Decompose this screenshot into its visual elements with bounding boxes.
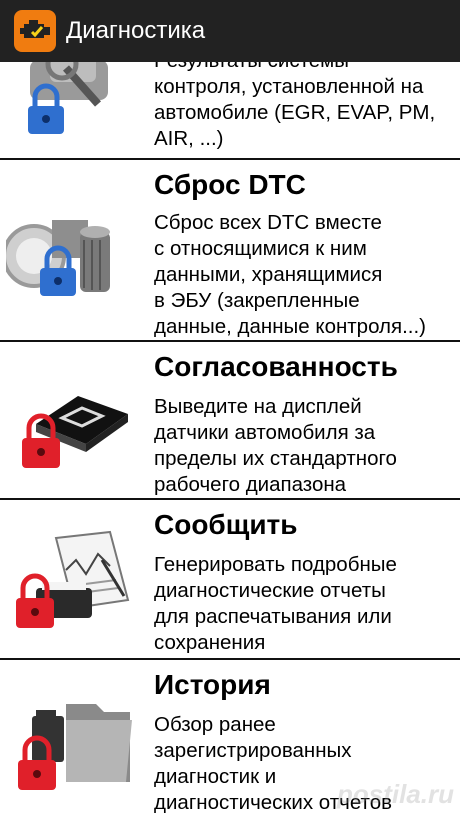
list-item-history[interactable]: История Обзор ранее зарегистрированных д… [0,660,460,818]
item-description: Сброс всех DTC вместе с относящимися к н… [154,211,427,338]
engine-check-icon[interactable] [14,10,56,52]
item-title: История [154,669,271,700]
list-item-report[interactable]: Сообщить Генерировать подробные диагност… [0,500,460,660]
app-bar: Диагностика [0,0,460,62]
engine-monitor-lock-icon [28,62,108,134]
item-description: Обзор ранее зарегистрированных диагности… [154,713,392,814]
engine-parts-lock-icon [6,220,110,296]
item-title: Согласованность [154,351,398,382]
item-description: Результаты системы контроля, установленн… [154,62,436,150]
list-item-dtc-reset[interactable]: Сброс DTC Сброс всех DTC вместе с относя… [0,160,460,342]
folder-sdcard-lock-icon [18,704,132,790]
diagnostics-list: Результаты системы контроля, установленн… [0,62,460,818]
report-printer-lock-icon [16,530,130,628]
item-description: Выведите на дисплей датчики автомобиля з… [154,395,397,496]
list-item-consistency[interactable]: Согласованность Выведите на дисплей датч… [0,342,460,500]
item-title: Сообщить [154,509,298,540]
item-description: Генерировать подробные диагностические о… [154,553,397,654]
chip-lock-icon [22,396,128,468]
item-title: Сброс DTC [154,169,306,200]
list-item-monitor-results[interactable]: Результаты системы контроля, установленн… [0,62,460,160]
app-title: Диагностика [66,17,206,44]
